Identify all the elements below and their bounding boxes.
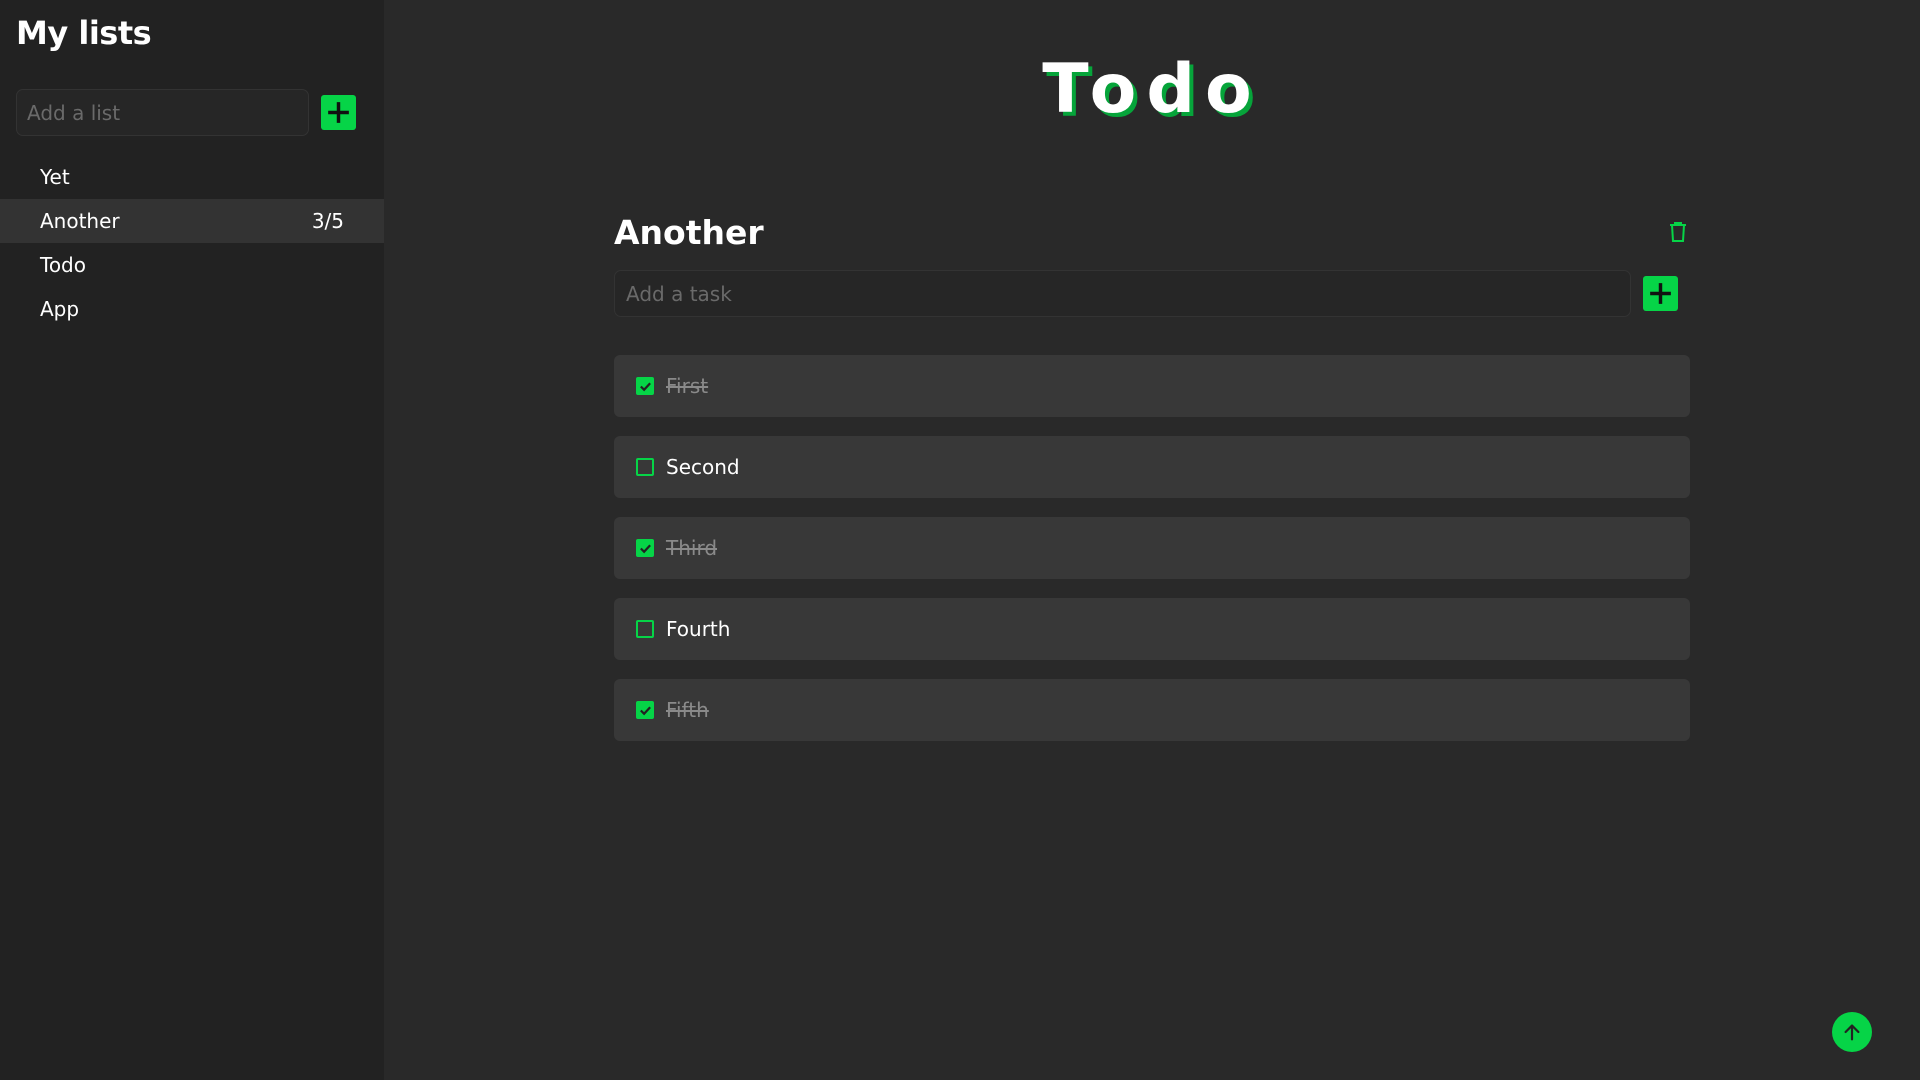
- list-title: Another: [614, 212, 764, 252]
- add-task-button[interactable]: [1643, 276, 1678, 311]
- sidebar-item-label: App: [40, 297, 80, 321]
- sidebar-item-label: Todo: [40, 253, 86, 277]
- task-item: Fourth: [614, 598, 1690, 660]
- task-list: First Second Third Fourth Fifth: [614, 355, 1690, 741]
- app-root: My lists Yet Another 3/5 Todo: [0, 0, 1920, 1080]
- app-title: Todo: [1042, 50, 1262, 129]
- sidebar-item-yet[interactable]: Yet: [0, 155, 384, 199]
- list-panel: Another Add a task First Second Third Fo…: [614, 212, 1690, 760]
- task-item: First: [614, 355, 1690, 417]
- task-item: Third: [614, 517, 1690, 579]
- scroll-to-top-button[interactable]: [1832, 1012, 1872, 1052]
- task-label: Second: [666, 455, 740, 479]
- arrow-up-icon: [1844, 1024, 1860, 1041]
- main-content: Todo Another Add a task First Second Thi…: [384, 0, 1920, 1080]
- sidebar-item-app[interactable]: App: [0, 287, 384, 331]
- task-label: Third: [666, 536, 718, 560]
- task-label: First: [666, 374, 709, 398]
- task-checkbox[interactable]: [636, 377, 654, 395]
- add-list-form: [16, 89, 356, 136]
- checkmark-icon: [639, 705, 651, 715]
- task-label: Fifth: [666, 698, 709, 722]
- task-label: Fourth: [666, 617, 731, 641]
- task-item: Fifth: [614, 679, 1690, 741]
- plus-icon: [328, 102, 349, 123]
- checkmark-icon: [639, 543, 651, 553]
- task-checkbox[interactable]: [636, 458, 654, 476]
- task-checkbox[interactable]: [636, 620, 654, 638]
- plus-icon: [1650, 283, 1671, 304]
- delete-list-button[interactable]: [1666, 220, 1690, 244]
- sidebar-item-count: 3/5: [311, 209, 344, 233]
- add-task-input[interactable]: [614, 270, 1631, 317]
- task-item: Second: [614, 436, 1690, 498]
- sidebar-item-label: Yet: [40, 165, 70, 189]
- sidebar-title: My lists: [16, 14, 152, 52]
- add-list-input[interactable]: [16, 89, 309, 136]
- list-header: Another: [614, 212, 1690, 252]
- checkmark-icon: [639, 381, 651, 391]
- sidebar-item-todo[interactable]: Todo: [0, 243, 384, 287]
- add-task-form: [614, 270, 1690, 317]
- sidebar: My lists Yet Another 3/5 Todo: [0, 0, 384, 1080]
- sidebar-item-label: Another: [40, 209, 120, 233]
- task-checkbox[interactable]: [636, 539, 654, 557]
- task-checkbox[interactable]: [636, 701, 654, 719]
- sidebar-item-another[interactable]: Another 3/5: [0, 199, 384, 243]
- lists-nav: Yet Another 3/5 Todo App: [0, 155, 384, 331]
- add-list-button[interactable]: [321, 95, 356, 130]
- trash-icon: [1670, 222, 1686, 242]
